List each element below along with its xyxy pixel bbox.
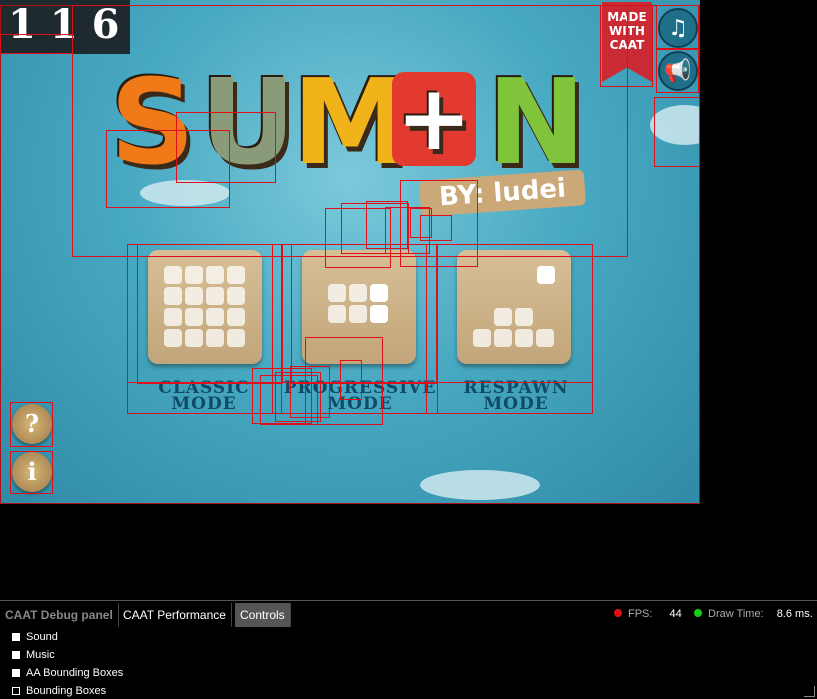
caat-debug-panel: CAAT Debug panel CAAT Performance Contro… <box>0 600 817 699</box>
ribbon-line-1: MADE <box>607 10 647 24</box>
control-music-label: Music <box>26 649 55 661</box>
bbox-particles-6 <box>420 215 452 241</box>
control-aa-label: AA Bounding Boxes <box>26 667 124 679</box>
checkbox-bounding-boxes[interactable] <box>12 687 20 695</box>
progressive-mode-button[interactable] <box>302 250 416 364</box>
draw-time-value: 8.6 <box>776 608 792 620</box>
logo-letter-u: U <box>200 53 296 191</box>
control-sound-label: Sound <box>26 631 58 643</box>
tab-performance[interactable]: CAAT Performance <box>118 603 232 627</box>
megaphone-icon: 📢 <box>664 59 692 84</box>
cloud-right <box>650 105 700 145</box>
fps-value: 44 <box>669 608 682 620</box>
fps-readout: FPS: 44 <box>614 604 682 624</box>
fps-indicator-icon <box>614 609 622 617</box>
tab-debug-panel[interactable]: CAAT Debug panel <box>0 603 119 627</box>
fps-label: FPS: <box>628 608 653 620</box>
control-music[interactable]: Music <box>12 647 55 663</box>
respawn-mode-label[interactable]: RESPAWN MODE <box>436 380 596 414</box>
logo-letter-n: N <box>487 53 586 191</box>
logo-letter-s: S <box>110 53 195 191</box>
control-bounding-boxes[interactable]: Bounding Boxes <box>12 683 106 699</box>
draw-time-unit: ms. <box>795 608 813 620</box>
help-button[interactable]: ? <box>12 404 52 444</box>
draw-time-label: Draw Time: <box>708 608 764 620</box>
info-button[interactable]: i <box>12 452 52 492</box>
control-aa-bounding-boxes[interactable]: AA Bounding Boxes <box>12 665 123 681</box>
progressive-mode-label[interactable]: PROGRESSIVE MODE <box>280 380 440 414</box>
classic-mode-button[interactable] <box>148 250 262 364</box>
respawn-mode-line2: MODE <box>483 394 549 414</box>
progressive-mode-line2: MODE <box>327 394 393 414</box>
checkbox-sound[interactable] <box>12 633 20 641</box>
draw-indicator-icon <box>694 609 702 617</box>
resize-grip-icon[interactable] <box>804 686 815 697</box>
sound-toggle-button[interactable]: 📢 <box>658 51 698 91</box>
music-note-icon: ♫ <box>668 16 688 41</box>
ribbon-line-3: CAAT <box>609 38 645 52</box>
draw-time-readout: Draw Time: 8.6 ms. <box>694 604 813 624</box>
respawn-mode-button[interactable] <box>457 250 571 364</box>
checkbox-music[interactable] <box>12 651 20 659</box>
tab-controls[interactable]: Controls <box>235 603 291 627</box>
made-with-caat-ribbon[interactable]: MADE WITH CAAT <box>602 2 652 82</box>
classic-mode-line2: MODE <box>171 394 237 414</box>
control-sound[interactable]: Sound <box>12 629 58 645</box>
music-toggle-button[interactable]: ♫ <box>658 8 698 48</box>
control-bb-label: Bounding Boxes <box>26 685 107 697</box>
cloud-bottom <box>420 470 540 500</box>
logo-letter-plus: + <box>392 72 476 166</box>
classic-mode-label[interactable]: CLASSIC MODE <box>124 380 284 414</box>
game-canvas[interactable]: 116 S U M + N BY: ludei MADE WITH CAAT ♫… <box>0 0 700 504</box>
checkbox-aa-bounding-boxes[interactable] <box>12 669 20 677</box>
ribbon-line-2: WITH <box>609 24 645 38</box>
